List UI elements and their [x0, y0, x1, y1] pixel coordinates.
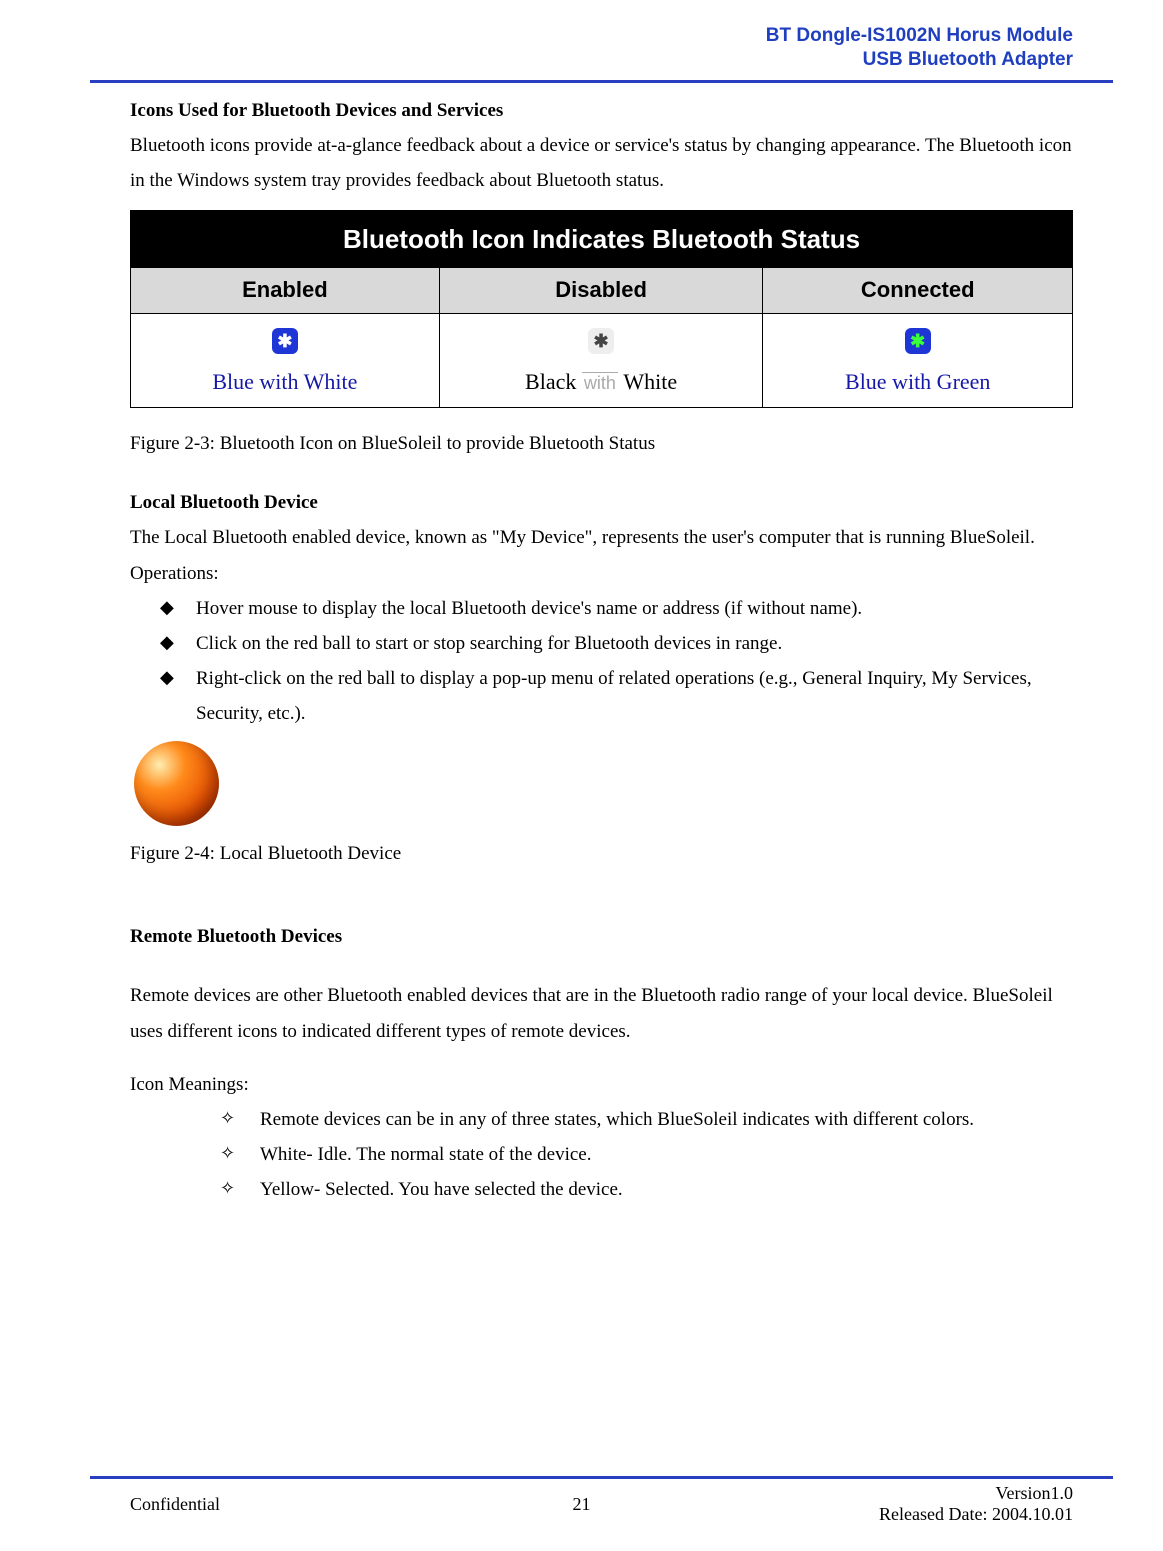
main-content: Icons Used for Bluetooth Devices and Ser…: [130, 83, 1073, 1208]
figure-2-3-caption: Figure 2-3: Bluetooth Icon on BlueSoleil…: [130, 426, 1073, 461]
status-cell-disabled-label-right: White: [623, 369, 677, 394]
header-line-2: USB Bluetooth Adapter: [130, 48, 1073, 72]
bluetooth-status-table: Bluetooth Icon Indicates Bluetooth Statu…: [130, 210, 1073, 408]
operations-list: Hover mouse to display the local Bluetoo…: [130, 591, 1073, 732]
status-cell-disabled-label-left: Black: [525, 369, 576, 394]
status-cell-disabled-label-mid: with: [582, 372, 618, 393]
section-heading-icons: Icons Used for Bluetooth Devices and Ser…: [130, 93, 1073, 128]
operations-item-1: Hover mouse to display the local Bluetoo…: [160, 591, 1073, 626]
section-body-local-device: The Local Bluetooth enabled device, know…: [130, 520, 1073, 555]
footer-divider: [90, 1476, 1113, 1479]
section-heading-local-device: Local Bluetooth Device: [130, 485, 1073, 520]
figure-2-4-caption: Figure 2-4: Local Bluetooth Device: [130, 836, 1073, 871]
status-col-disabled-header: Disabled: [439, 268, 763, 314]
section-heading-remote-devices: Remote Bluetooth Devices: [130, 919, 1073, 954]
bluetooth-status-figure: Bluetooth Icon Indicates Bluetooth Statu…: [130, 210, 1073, 408]
status-table-title: Bluetooth Icon Indicates Bluetooth Statu…: [131, 210, 1073, 267]
document-header: BT Dongle-IS1002N Horus Module USB Bluet…: [130, 24, 1073, 72]
bt-enabled-icon: ✱: [272, 328, 298, 354]
page: BT Dongle-IS1002N Horus Module USB Bluet…: [0, 0, 1163, 1551]
status-cell-enabled-label: Blue with White: [212, 362, 357, 403]
operations-item-2: Click on the red ball to start or stop s…: [160, 626, 1073, 661]
icon-meanings-label: Icon Meanings:: [130, 1067, 1073, 1102]
status-col-enabled-header: Enabled: [131, 268, 440, 314]
page-footer: Confidential 21 Version1.0 Released Date…: [0, 1476, 1163, 1525]
status-cell-disabled: ✱ Black with White: [439, 313, 763, 407]
footer-page-number: 21: [0, 1494, 1163, 1515]
icon-meanings-item-2: White- Idle. The normal state of the dev…: [220, 1137, 1073, 1172]
status-cell-connected-label: Blue with Green: [845, 362, 990, 403]
status-col-connected-header: Connected: [763, 268, 1073, 314]
icon-meanings-item-1: Remote devices can be in any of three st…: [220, 1102, 1073, 1137]
bt-connected-icon: ✱: [905, 328, 931, 354]
bt-disabled-icon: ✱: [588, 328, 614, 354]
local-device-red-ball-icon: [134, 741, 219, 826]
operations-label: Operations:: [130, 556, 1073, 591]
section-body-icons: Bluetooth icons provide at-a-glance feed…: [130, 128, 1073, 198]
status-cell-enabled: ✱ Blue with White: [131, 313, 440, 407]
icon-meanings-item-3: Yellow- Selected. You have selected the …: [220, 1172, 1073, 1207]
header-line-1: BT Dongle-IS1002N Horus Module: [130, 24, 1073, 48]
status-cell-connected: ✱ Blue with Green: [763, 313, 1073, 407]
operations-item-3: Right-click on the red ball to display a…: [160, 661, 1073, 731]
icon-meanings-list: Remote devices can be in any of three st…: [130, 1102, 1073, 1207]
section-body-remote-devices: Remote devices are other Bluetooth enabl…: [130, 978, 1073, 1048]
